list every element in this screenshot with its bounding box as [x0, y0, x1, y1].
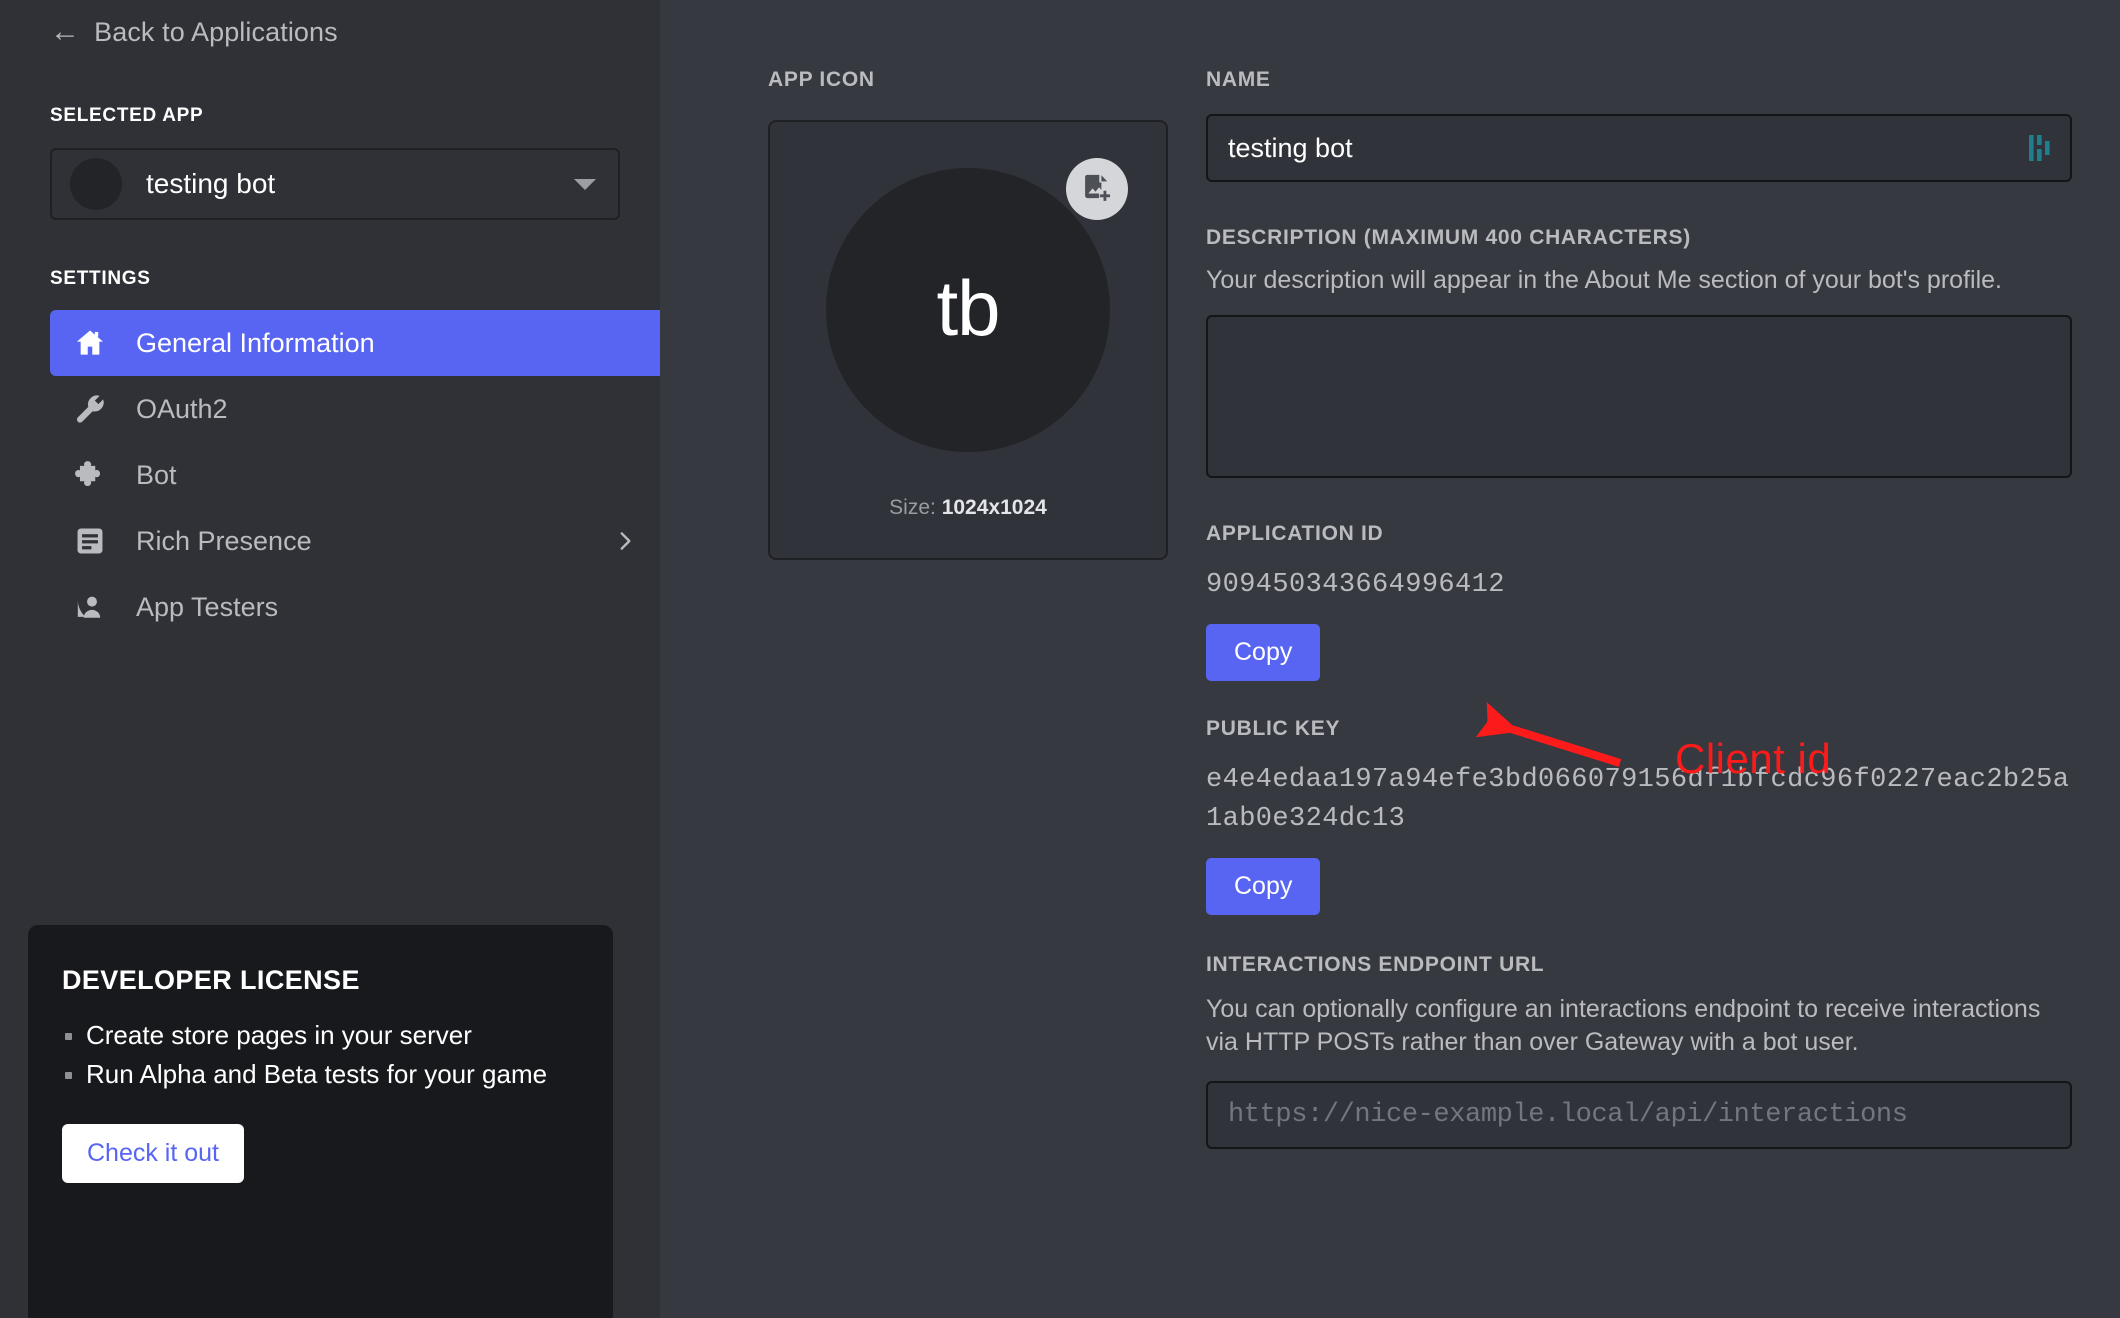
main-content: APP ICON tb Size: 1024x1024 NAME testing…	[660, 0, 2120, 1318]
name-input[interactable]: testing bot	[1206, 114, 2072, 182]
app-icon-size-value: 1024x1024	[941, 496, 1047, 519]
app-form-section: NAME testing bot DESCRIPTION (MAXIMUM 40…	[1206, 68, 2072, 1149]
sidebar: ← Back to Applications SELECTED APP test…	[0, 0, 660, 1318]
application-id-field-group: APPLICATION ID 909450343664996412 Copy	[1206, 522, 2072, 682]
description-help-text: Your description will appear in the Abou…	[1206, 266, 2002, 294]
avatar	[70, 158, 122, 210]
sidebar-item-label: OAuth2	[136, 393, 228, 424]
interactions-endpoint-placeholder: https://nice-example.local/api/interacti…	[1228, 1099, 1908, 1130]
description-textarea[interactable]	[1206, 315, 2072, 478]
application-id-label: APPLICATION ID	[1206, 522, 1384, 545]
app-icon-size: Size: 1024x1024	[770, 496, 1166, 520]
developer-license-title: DEVELOPER LICENSE	[62, 965, 360, 995]
chevron-right-icon	[612, 528, 638, 554]
image-add-icon[interactable]	[1066, 158, 1128, 220]
public-key-label: PUBLIC KEY	[1206, 717, 1341, 741]
sidebar-item-label: General Information	[136, 327, 375, 358]
arrow-left-icon: ←	[50, 14, 81, 48]
copy-application-id-button[interactable]: Copy	[1206, 624, 1321, 682]
name-input-value: testing bot	[1228, 132, 1353, 163]
app-icon-initials: tb	[936, 263, 1000, 352]
name-field-group: NAME testing bot	[1206, 68, 2072, 182]
description-label: DESCRIPTION (MAXIMUM 400 CHARACTERS)	[1206, 226, 1691, 249]
list-item: Create store pages in your server	[62, 1018, 579, 1054]
sidebar-item-label: Rich Presence	[136, 525, 312, 556]
settings-nav: General Information OAuth2 Bot Rich Pres…	[30, 310, 660, 640]
back-to-applications-link[interactable]: ← Back to Applications	[50, 14, 630, 48]
app-icon-section: APP ICON tb Size: 1024x1024	[768, 68, 1168, 560]
copy-public-key-button[interactable]: Copy	[1206, 857, 1321, 915]
interactions-endpoint-input[interactable]: https://nice-example.local/api/interacti…	[1206, 1080, 2072, 1149]
dashlane-autofill-icon[interactable]	[2028, 133, 2054, 163]
document-lines-icon	[72, 523, 108, 559]
app-icon-size-prefix: Size:	[889, 496, 942, 519]
selected-app-dropdown[interactable]: testing bot	[50, 148, 620, 220]
description-field-group: DESCRIPTION (MAXIMUM 400 CHARACTERS) You…	[1206, 226, 2072, 478]
sidebar-item-general-information[interactable]: General Information	[50, 310, 660, 376]
sidebar-item-bot[interactable]: Bot	[50, 442, 660, 508]
selected-app-heading: SELECTED APP	[50, 105, 204, 126]
app-icon-preview: tb	[826, 168, 1110, 452]
interactions-endpoint-label: INTERACTIONS ENDPOINT URL	[1206, 952, 1545, 976]
puzzle-piece-icon	[72, 457, 108, 493]
selected-app-name: testing bot	[146, 168, 276, 199]
sidebar-item-oauth2[interactable]: OAuth2	[50, 376, 660, 442]
app-icon-uploader[interactable]: tb Size: 1024x1024	[768, 120, 1168, 560]
list-item: Run Alpha and Beta tests for your game	[62, 1057, 579, 1093]
interactions-endpoint-help-text: You can optionally configure an interact…	[1206, 994, 2041, 1056]
back-to-applications-label: Back to Applications	[94, 17, 338, 47]
public-key-field-group: PUBLIC KEY e4e4edaa197a94efe3bd066079156…	[1206, 717, 2072, 915]
person-add-icon	[72, 589, 108, 625]
sidebar-item-app-testers[interactable]: App Testers	[50, 574, 660, 640]
check-it-out-button[interactable]: Check it out	[62, 1123, 245, 1183]
app-icon-label: APP ICON	[768, 68, 875, 91]
sidebar-item-label: Bot	[136, 459, 177, 490]
chevron-down-icon	[574, 178, 596, 190]
developer-license-bullets: Create store pages in your server Run Al…	[62, 1018, 579, 1093]
sidebar-content: ← Back to Applications SELECTED APP test…	[0, 14, 660, 1318]
public-key-value: e4e4edaa197a94efe3bd066079156df1bfcdc96f…	[1206, 765, 2070, 834]
wrench-icon	[72, 391, 108, 427]
settings-heading: SETTINGS	[50, 268, 151, 289]
app-root: ← Back to Applications SELECTED APP test…	[0, 0, 2120, 1318]
developer-license-card: DEVELOPER LICENSE Create store pages in …	[28, 925, 613, 1318]
sidebar-item-label: App Testers	[136, 591, 279, 622]
interactions-endpoint-field-group: INTERACTIONS ENDPOINT URL You can option…	[1206, 953, 2072, 1149]
home-icon	[72, 325, 108, 361]
application-id-value: 909450343664996412	[1206, 570, 1505, 600]
sidebar-item-rich-presence[interactable]: Rich Presence	[50, 508, 660, 574]
name-label: NAME	[1206, 68, 1271, 91]
